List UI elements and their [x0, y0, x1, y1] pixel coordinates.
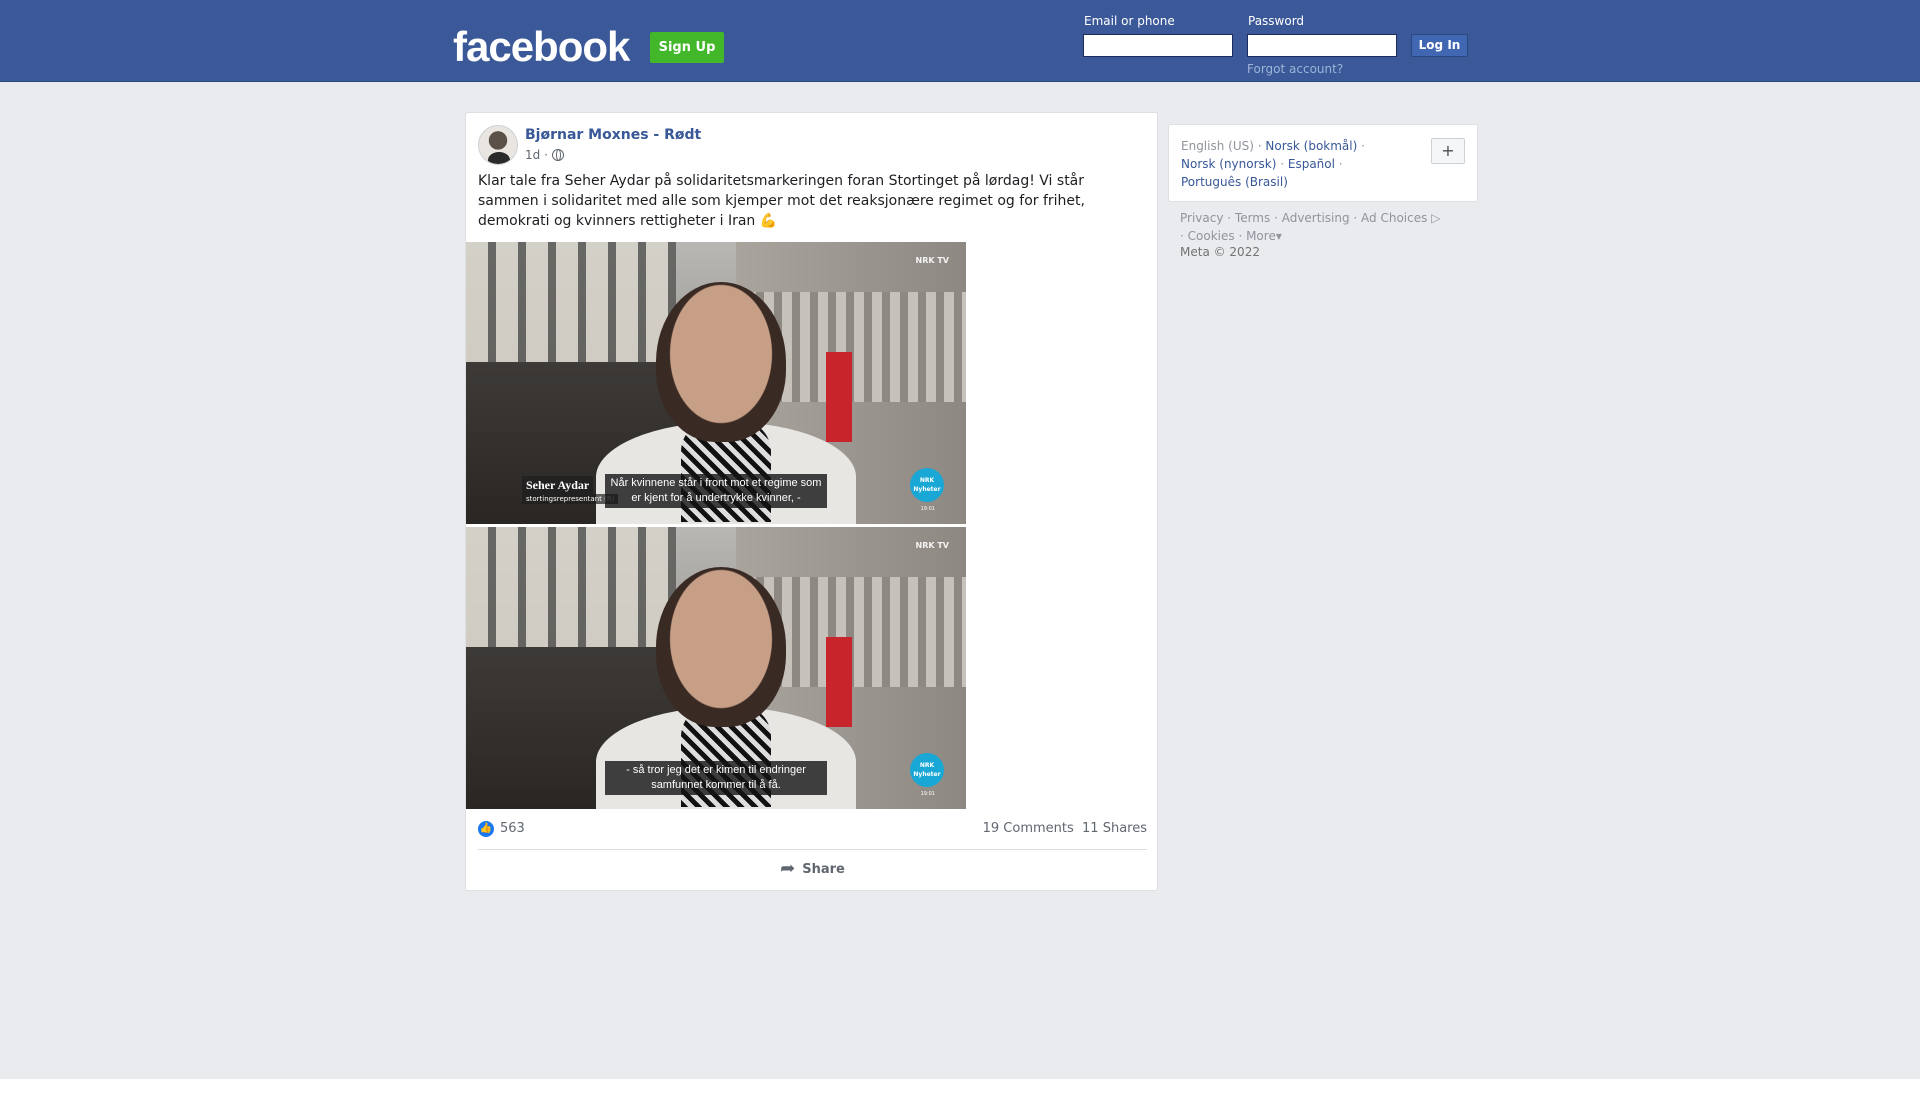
footer-link-privacy[interactable]: Privacy [1180, 211, 1223, 225]
divider [478, 849, 1147, 850]
globe-icon [552, 149, 565, 161]
face [656, 282, 786, 442]
post-text: Klar tale fra Seher Aydar på solidaritet… [478, 173, 1085, 229]
bottom-banner [0, 1079, 1920, 1107]
lower-third-name: Seher Aydar [522, 476, 594, 494]
post-stats: 👍 563 19 Comments 11 Shares [478, 819, 1147, 839]
ad-choices-icon: ▷ [1427, 211, 1441, 225]
email-input[interactable] [1083, 34, 1233, 57]
email-label: Email or phone [1084, 14, 1175, 28]
footer-links: Privacy · Terms · Advertising · Ad Choic… [1180, 211, 1441, 243]
language-option[interactable]: Norsk (nynorsk) [1181, 157, 1276, 171]
flag [826, 352, 852, 442]
post-card: Bjørnar Moxnes - Rødt 1d · Klar tale fra… [465, 112, 1158, 891]
subtitle: - så tror jeg det er kimen til endringer… [605, 761, 827, 795]
language-list: English (US) · Norsk (bokmål) · Norsk (n… [1181, 139, 1365, 189]
copyright: Meta © 2022 [1180, 245, 1260, 259]
clock: 19:01 [920, 506, 935, 512]
facebook-logo[interactable]: facebook [453, 24, 630, 70]
language-current: English (US) [1181, 139, 1254, 153]
flag [826, 637, 852, 727]
caret-down-icon: ▾ [1275, 229, 1282, 243]
post-time[interactable]: 1d [525, 148, 540, 162]
share-button[interactable]: ➦ Share [478, 853, 1147, 885]
footer-link-terms[interactable]: Terms [1235, 211, 1270, 225]
channel-watermark: NRK TV [915, 541, 950, 550]
sign-up-button[interactable]: Sign Up [650, 32, 724, 63]
top-bar: facebook Sign Up Email or phone Password… [0, 0, 1920, 82]
share-label: Share [802, 861, 845, 877]
post-author[interactable]: Bjørnar Moxnes - Rødt [525, 127, 701, 143]
password-label: Password [1248, 14, 1305, 28]
share-icon: ➦ [780, 858, 796, 879]
clock: 19:01 [920, 791, 935, 797]
subtitle: Når kvinnene står i front mot et regime … [605, 474, 827, 508]
language-option[interactable]: Português (Brasil) [1181, 175, 1288, 189]
post-photo-1[interactable]: NRK TV Seher Aydar stortingsrepresentant… [466, 242, 966, 524]
nrk-badge: NRK Nyheter [910, 468, 944, 502]
language-selector: English (US) · Norsk (bokmål) · Norsk (n… [1168, 124, 1478, 202]
footer-link-cookies[interactable]: Cookies [1188, 229, 1235, 243]
language-option[interactable]: Español [1288, 157, 1335, 171]
nrk-badge: NRK Nyheter [910, 753, 944, 787]
forgot-account-link[interactable]: Forgot account? [1247, 62, 1343, 76]
post-meta: 1d · [525, 148, 565, 162]
comments-shares: 19 Comments 11 Shares [983, 821, 1147, 836]
comment-count[interactable]: 19 Comments [983, 821, 1074, 836]
footer-link-advertising[interactable]: Advertising [1282, 211, 1350, 225]
channel-watermark: NRK TV [915, 256, 950, 265]
share-count[interactable]: 11 Shares [1082, 821, 1147, 836]
lower-third-role: stortingsrepresentant (R) [522, 494, 619, 504]
password-input[interactable] [1247, 34, 1397, 57]
like-icon: 👍 [478, 821, 494, 837]
more-languages-button[interactable]: + [1431, 138, 1465, 164]
post-photo-2[interactable]: NRK TV - så tror jeg det er kimen til en… [466, 527, 966, 809]
author-avatar[interactable] [478, 125, 518, 165]
log-in-button[interactable]: Log In [1411, 34, 1468, 57]
footer-link-ad-choices[interactable]: Ad Choices [1361, 211, 1427, 225]
language-option[interactable]: Norsk (bokmål) [1265, 139, 1357, 153]
face [656, 567, 786, 727]
like-count[interactable]: 563 [500, 821, 525, 836]
lower-third: Seher Aydar stortingsrepresentant (R) [522, 474, 619, 504]
footer-link-more[interactable]: More [1246, 229, 1276, 243]
meta-separator: · [544, 148, 549, 162]
